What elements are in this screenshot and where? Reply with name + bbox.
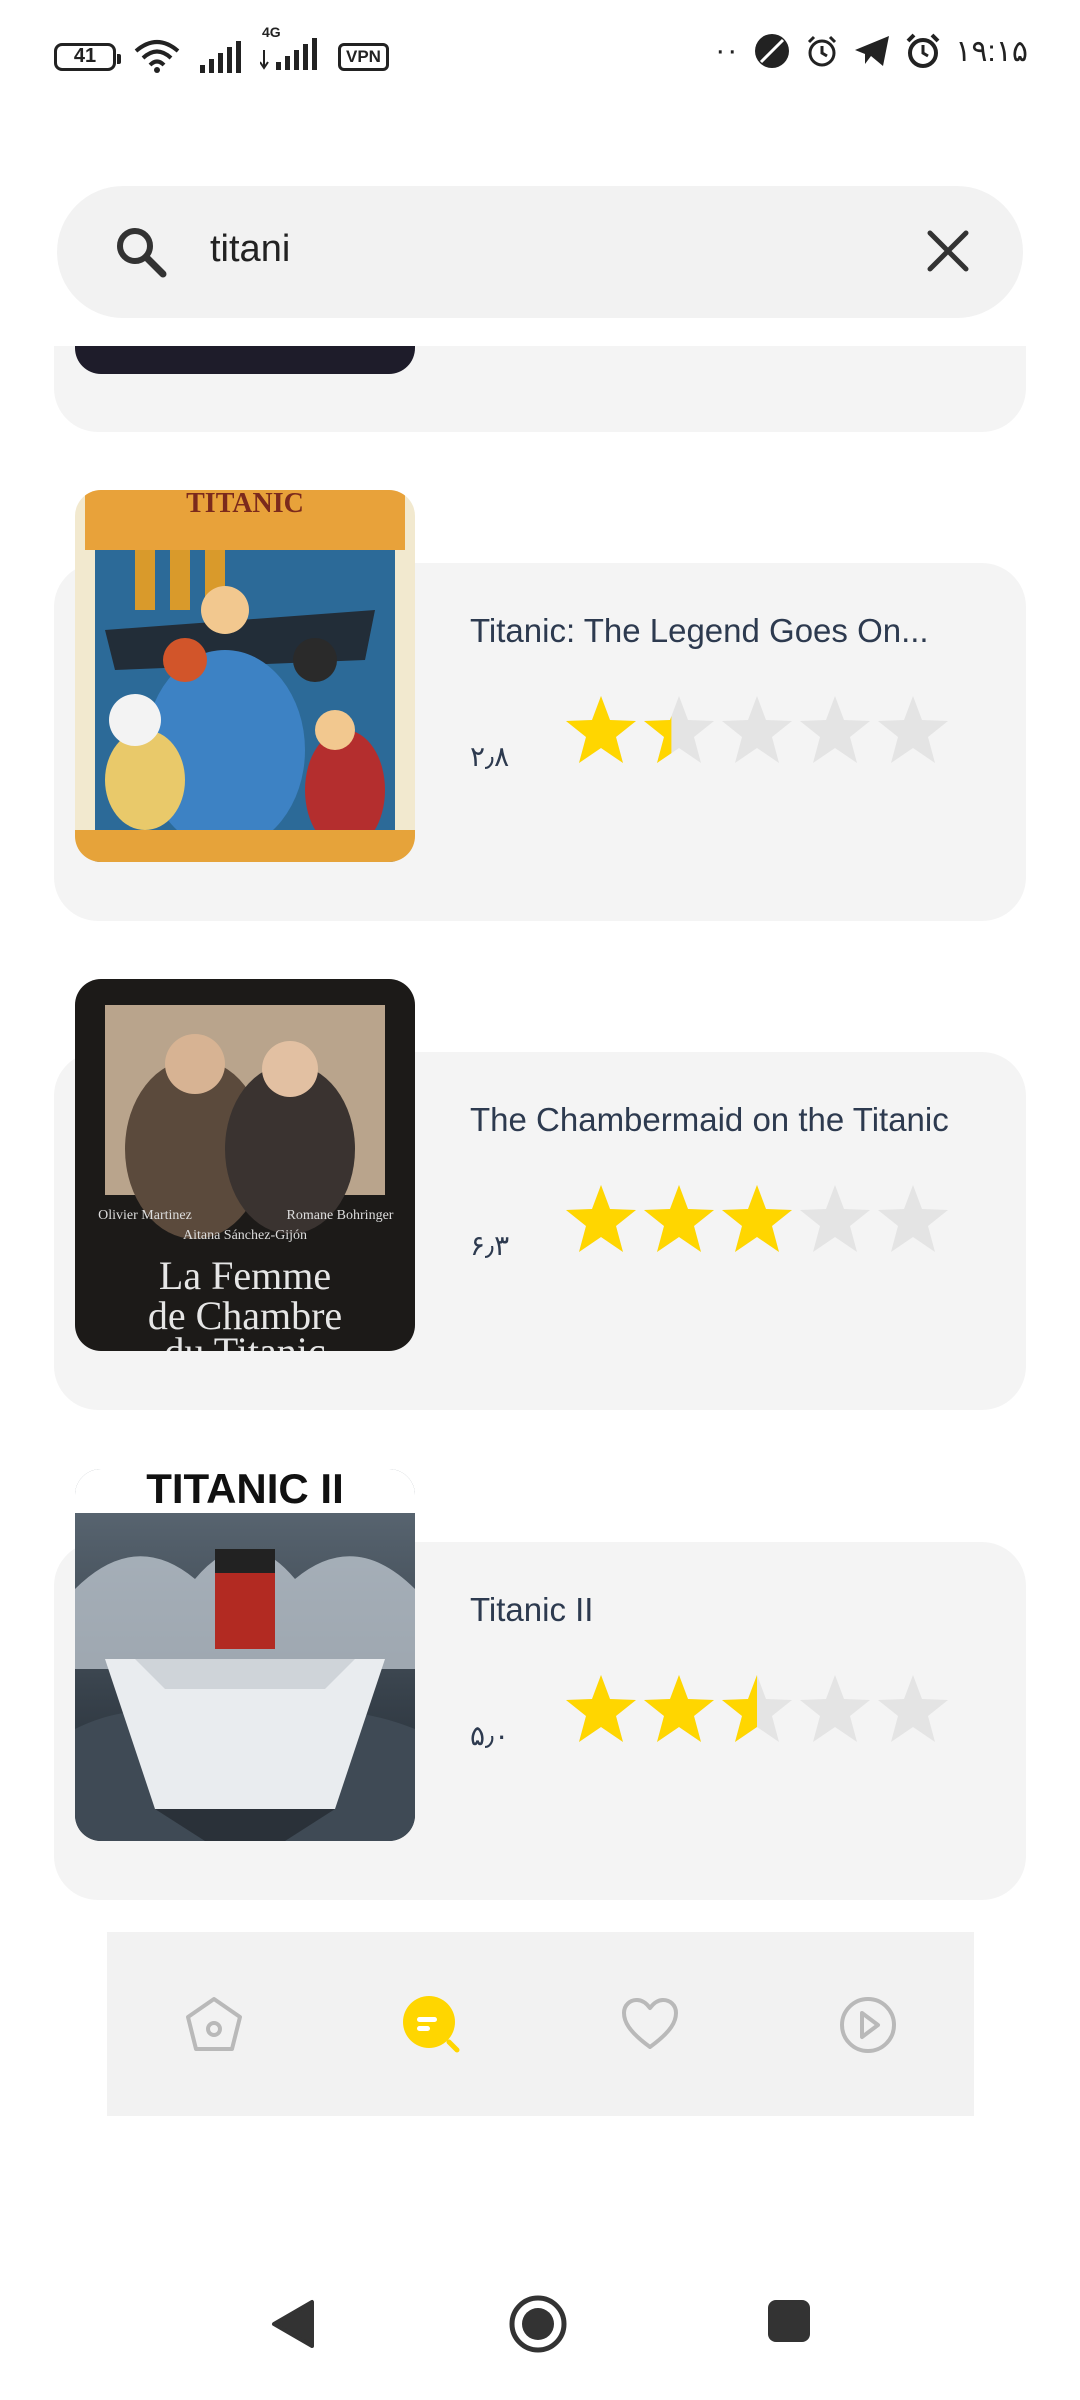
star-icon	[566, 1675, 636, 1742]
search-input[interactable]: titani	[210, 228, 290, 271]
wifi-icon	[134, 39, 180, 73]
star-icon	[566, 1185, 636, 1252]
poster-art: TITANIC	[75, 490, 415, 862]
movie-title[interactable]: Titanic: The Legend Goes On...	[470, 612, 929, 650]
home-icon	[186, 1997, 242, 2051]
poster-partial	[75, 346, 415, 374]
recents-icon[interactable]	[766, 2298, 812, 2344]
clock: ۱۹:۱۵	[955, 34, 1028, 68]
telegram-icon	[855, 36, 890, 66]
nav-home[interactable]	[183, 1994, 245, 2056]
movie-poster[interactable]: TITANIC II	[75, 1469, 415, 1841]
nav-search[interactable]	[401, 1994, 463, 2056]
signal-icon-2	[259, 38, 317, 70]
poster-caption: TITANIC II	[146, 1469, 344, 1512]
close-icon[interactable]	[925, 228, 971, 274]
movie-rating: ۵٫۰	[470, 1720, 510, 1751]
network-type: 4G	[262, 24, 281, 40]
star-icon	[566, 696, 636, 763]
nav-watch[interactable]	[837, 1994, 899, 2056]
movie-poster[interactable]: TITANIC	[75, 490, 415, 862]
star-icon	[722, 1675, 792, 1742]
star-icon	[800, 1675, 870, 1742]
system-navigation-bar	[0, 2280, 1080, 2380]
heart-icon	[622, 1998, 678, 2049]
poster-credit: Aitana Sánchez-Gijón	[183, 1228, 307, 1243]
star-icon	[644, 1185, 714, 1252]
poster-art: Olivier Martinez Aitana Sánchez-Gijón Ro…	[75, 979, 415, 1351]
poster-art: TITANIC II	[75, 1469, 415, 1841]
star-rating	[563, 692, 951, 768]
movie-rating: ۶٫۳	[470, 1230, 510, 1261]
star-rating	[563, 1181, 951, 1257]
poster-credit: Romane Bohringer	[287, 1208, 394, 1223]
battery-level: 41	[73, 45, 97, 67]
star-icon	[878, 696, 948, 763]
movie-rating: ۲٫۸	[470, 741, 510, 772]
battery-indicator: 41	[54, 42, 121, 71]
nav-favorites[interactable]	[619, 1994, 681, 2056]
data-saver-icon	[755, 34, 790, 68]
bottom-navigation	[107, 1932, 974, 2116]
home-button-icon[interactable]	[508, 2294, 568, 2354]
poster-title: La Femme	[159, 1253, 331, 1298]
search-icon	[403, 1996, 460, 2053]
poster-caption: TITANIC	[186, 490, 304, 519]
back-icon[interactable]	[270, 2298, 316, 2350]
play-icon	[840, 1997, 896, 2053]
more-dots-icon: ··	[715, 34, 740, 67]
poster-credit: Olivier Martinez	[98, 1208, 192, 1223]
search-icon	[117, 228, 167, 278]
poster-title: du Titanic	[164, 1329, 325, 1351]
alarm-icon	[906, 33, 940, 68]
star-icon	[878, 1185, 948, 1252]
star-icon	[722, 1185, 792, 1252]
star-icon	[878, 1675, 948, 1742]
star-rating	[563, 1671, 951, 1747]
movie-title[interactable]: The Chambermaid on the Titanic	[470, 1101, 949, 1139]
star-icon	[800, 696, 870, 763]
alarm-outline-icon	[808, 35, 837, 67]
movie-title[interactable]: Titanic II	[470, 1591, 593, 1629]
signal-icon	[200, 40, 241, 73]
search-bar[interactable]: titani	[57, 186, 1023, 318]
star-icon	[800, 1185, 870, 1252]
star-icon	[644, 696, 714, 763]
star-icon	[722, 696, 792, 763]
vpn-badge: VPN	[338, 42, 389, 71]
star-icon	[644, 1675, 714, 1742]
movie-poster[interactable]: Olivier Martinez Aitana Sánchez-Gijón Ro…	[75, 979, 415, 1351]
status-bar: 41 4G VPN ·· ۱۹:۱۵	[0, 0, 1080, 110]
